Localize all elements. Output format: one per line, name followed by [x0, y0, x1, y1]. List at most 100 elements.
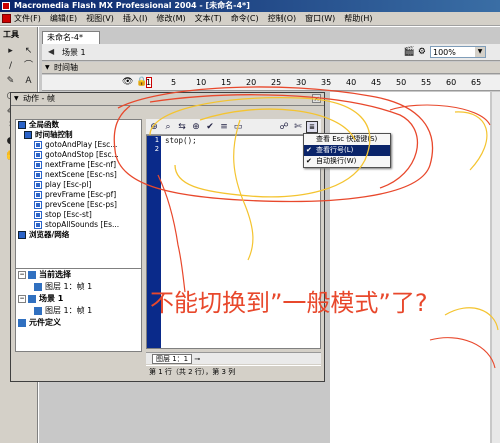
options-menu-icon[interactable]: ≣ — [306, 120, 318, 133]
tool-icon[interactable]: A — [20, 74, 37, 88]
menu-option[interactable]: 自动换行(W) — [304, 156, 390, 167]
navigator-item[interactable]: 元件定义 — [16, 317, 141, 329]
action-item[interactable]: gotoAndStop [Esc... — [16, 150, 141, 160]
back-arrow-icon[interactable]: ◀ — [48, 47, 58, 57]
menu-view[interactable]: 视图(V) — [86, 13, 114, 24]
replace-icon[interactable]: ⇆ — [176, 121, 188, 133]
category-item[interactable]: 浏览器/网络 — [16, 230, 141, 240]
item-label: stopAllSounds [Es... — [45, 220, 120, 229]
navigator-item[interactable]: − 当前选择 — [16, 269, 141, 281]
action-item[interactable]: prevFrame [Esc-pf] — [16, 190, 141, 200]
ruler-frame-number: 25 — [271, 78, 282, 87]
action-icon — [34, 181, 42, 189]
navigator-item[interactable]: 图层 1：帧 1 — [16, 305, 141, 317]
auto-format-icon[interactable]: ≡ — [218, 121, 230, 133]
zoom-select[interactable]: 100% ▼ — [430, 46, 486, 58]
frame-icon — [34, 306, 42, 315]
tool-icon[interactable]: ⌒ — [20, 59, 37, 73]
ruler-frame-number: 45 — [371, 78, 382, 87]
reference-icon[interactable]: ☍ — [278, 121, 290, 133]
window-title: Macromedia Flash MX Professional 2004 - … — [14, 1, 250, 10]
edit-scene-icons[interactable]: 🎬 ⚙ — [404, 47, 426, 57]
frame-icon — [18, 318, 26, 327]
document-tab[interactable]: 未命名-4* — [42, 31, 100, 44]
timeline-ruler: 👁 🔒 1 5 10 15 20 25 30 35 40 45 50 55 60 65 — [42, 75, 500, 91]
action-item[interactable]: play [Esc-pl] — [16, 180, 141, 190]
scene-label[interactable]: 场景 1 — [62, 47, 86, 58]
item-label: prevFrame [Esc-pf] — [45, 190, 117, 199]
debug-icon[interactable]: ✄ — [292, 121, 304, 133]
action-icon — [34, 151, 42, 159]
annotation-question: 不能切换到”一般模式”了? — [150, 289, 428, 317]
menu-help[interactable]: 帮助(H) — [344, 13, 372, 24]
close-icon[interactable]: × — [312, 94, 321, 103]
code-hint-icon[interactable]: ▭ — [232, 121, 244, 133]
ruler-frame-number: 5 — [171, 78, 177, 87]
ruler-frame-number: 60 — [446, 78, 457, 87]
chevron-down-icon[interactable]: ▼ — [475, 47, 485, 57]
action-item[interactable]: nextFrame [Esc-nf] — [16, 160, 141, 170]
action-item[interactable]: stop [Esc-st] — [16, 210, 141, 220]
layer-frame-tab[interactable]: 图层 1：1 — [152, 354, 193, 364]
action-icon — [34, 191, 42, 199]
code-line[interactable]: stop(); — [165, 136, 197, 145]
timeline-eye-lock-icons[interactable]: 👁 🔒 — [122, 77, 148, 87]
navigator-label: 当前选择 — [39, 270, 71, 279]
timeline-header[interactable]: 时间轴 — [42, 62, 500, 74]
scene-bar: ◀ 场景 1 🎬 ⚙ 100% ▼ — [42, 44, 500, 61]
check-syntax-icon[interactable]: ✔ — [204, 121, 216, 133]
script-navigator: − 当前选择图层 1：帧 1 − 场景 1 图层 1：帧 1 元件定义 — [15, 268, 142, 352]
navigator-item[interactable]: 图层 1：帧 1 — [16, 281, 141, 293]
collapse-icon[interactable]: − — [18, 294, 26, 303]
menu-option[interactable]: 查看 Esc 快捷键(S) — [304, 134, 390, 145]
collapse-icon[interactable]: − — [18, 270, 26, 279]
menu-file[interactable]: 文件(F) — [14, 13, 41, 24]
actions-panel: 动作 - 帧 × 全局函数时间轴控制gotoAndPlay [Esc...got… — [10, 92, 325, 382]
menu-modify[interactable]: 修改(M) — [156, 13, 185, 24]
pin-icon[interactable]: ⊸ — [194, 355, 200, 363]
item-label: nextScene [Esc-ns] — [45, 170, 117, 179]
options-context-menu: 查看 Esc 快捷键(S)查看行号(L)自动换行(W) — [303, 133, 391, 168]
tool-icon[interactable]: ✎ — [2, 74, 19, 88]
category-item[interactable]: 全局函数 — [16, 120, 141, 130]
actions-panel-title[interactable]: 动作 - 帧 — [11, 93, 324, 106]
action-item[interactable]: gotoAndPlay [Esc... — [16, 140, 141, 150]
action-item[interactable]: nextScene [Esc-ns] — [16, 170, 141, 180]
menu-insert[interactable]: 插入(I) — [123, 13, 148, 24]
add-action-icon[interactable]: ⊕ — [148, 121, 160, 133]
action-icon — [34, 221, 42, 229]
item-label: play [Esc-pl] — [45, 180, 92, 189]
menu-commands[interactable]: 命令(C) — [231, 13, 259, 24]
navigator-item[interactable]: − 场景 1 — [16, 293, 141, 305]
zoom-value: 100% — [433, 48, 456, 57]
ruler-frame-number: 50 — [396, 78, 407, 87]
action-item[interactable]: stopAllSounds [Es... — [16, 220, 141, 230]
tool-icon[interactable]: / — [2, 59, 19, 73]
menu-text[interactable]: 文本(T) — [195, 13, 222, 24]
find-icon[interactable]: ⌕ — [162, 121, 174, 133]
book-icon — [18, 231, 26, 239]
ruler-frame-number: 20 — [246, 78, 257, 87]
menu-option[interactable]: 查看行号(L) — [304, 145, 390, 156]
menu-window[interactable]: 窗口(W) — [305, 13, 335, 24]
ruler-frame-number: 40 — [346, 78, 357, 87]
target-icon[interactable]: ⊕ — [190, 121, 202, 133]
ruler-frame-number: 30 — [296, 78, 307, 87]
item-label: prevScene [Esc-ps] — [45, 200, 117, 209]
navigator-label: 场景 1 — [39, 294, 64, 303]
window-title-bar: Macromedia Flash MX Professional 2004 - … — [0, 0, 500, 12]
menu-control[interactable]: 控制(O) — [268, 13, 297, 24]
navigator-label: 图层 1：帧 1 — [45, 282, 93, 291]
code-text[interactable]: stop(); — [165, 136, 197, 145]
action-item[interactable]: prevScene [Esc-ps] — [16, 200, 141, 210]
tool-icon[interactable]: ↖ — [20, 44, 37, 58]
menu-bar: 文件(F) 编辑(E) 视图(V) 插入(I) 修改(M) 文本(T) 命令(C… — [0, 12, 500, 26]
category-item[interactable]: 时间轴控制 — [16, 130, 141, 140]
frame-icon — [34, 282, 42, 291]
document-menu-icon[interactable] — [2, 14, 11, 23]
navigator-label: 图层 1：帧 1 — [45, 306, 93, 315]
vertical-scrollbar[interactable] — [492, 92, 500, 443]
action-icon — [34, 211, 42, 219]
menu-edit[interactable]: 编辑(E) — [50, 13, 77, 24]
tool-icon[interactable]: ▸ — [2, 44, 19, 58]
